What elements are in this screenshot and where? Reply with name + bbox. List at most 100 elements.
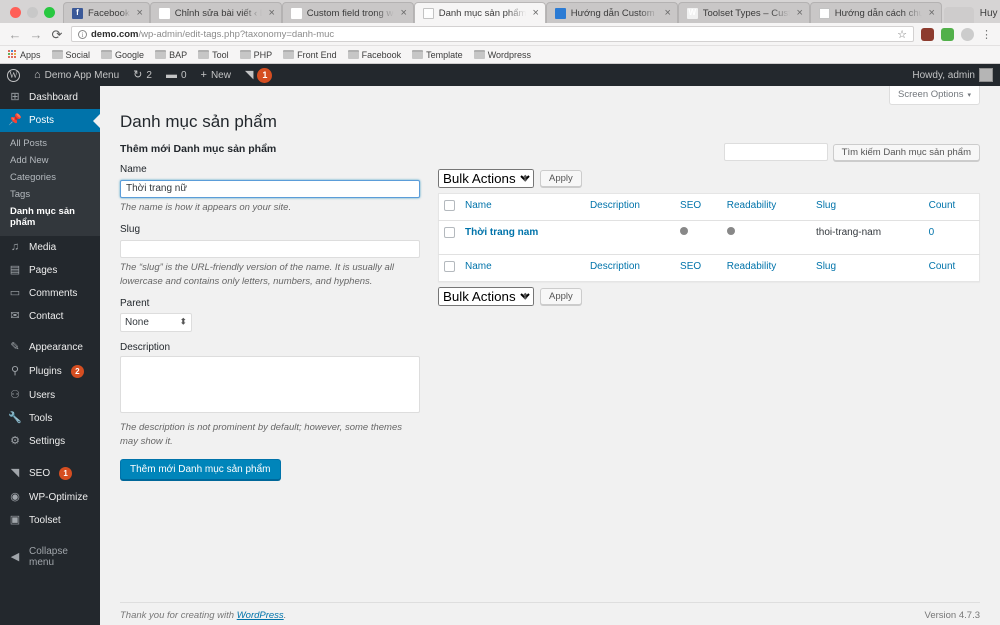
table-row[interactable]: Thời trang nam thoi-trang-nam 0: [439, 221, 980, 255]
bulk-actions-wrapper-bottom[interactable]: Bulk Actions: [438, 287, 534, 307]
browser-tab[interactable]: K Custom field trong wordpress ×: [281, 2, 414, 23]
sidebar-item-dashboard[interactable]: ⊞ Dashboard: [0, 86, 100, 109]
comments-button[interactable]: ▬ 0: [159, 64, 194, 86]
column-header-count-top[interactable]: Count: [923, 193, 980, 222]
maximize-window-button[interactable]: [44, 7, 55, 18]
new-content-button[interactable]: + New: [194, 64, 238, 86]
browser-tab[interactable]: Hướng dẫn Custom Taxonomy ×: [545, 2, 678, 23]
browser-tab[interactable]: W Toolset Types – Custom Post ×: [677, 2, 810, 23]
howdy-account-button[interactable]: Howdy, admin: [905, 64, 1000, 86]
extension-icon-3[interactable]: [961, 27, 974, 41]
bookmark-item[interactable]: Apps: [8, 50, 41, 60]
select-all-checkbox-bottom[interactable]: [444, 261, 455, 273]
sidebar-item-collapse-menu[interactable]: ◀ Collapse menu: [0, 540, 100, 574]
tab-close-icon[interactable]: ×: [135, 7, 145, 19]
column-header-count-bottom[interactable]: Count: [923, 254, 980, 282]
sidebar-subitem-all-posts[interactable]: All Posts: [0, 135, 100, 152]
sidebar-item-media[interactable]: ♫ Media: [0, 236, 100, 259]
search-submit-button[interactable]: Tìm kiếm Danh mục sản phẩm: [832, 143, 980, 161]
extension-icon-2[interactable]: [941, 27, 954, 41]
new-tab-button[interactable]: [943, 7, 974, 23]
bookmark-item[interactable]: Template: [412, 50, 463, 60]
minimize-window-button[interactable]: [27, 7, 38, 18]
sidebar-subitem-tags[interactable]: Tags: [0, 186, 100, 203]
sidebar-item-seo[interactable]: ◥ SEO 1: [0, 461, 100, 486]
bookmark-item[interactable]: Front End: [283, 50, 337, 60]
sidebar-subitem-add-new[interactable]: Add New: [0, 152, 100, 169]
bulk-actions-select-bottom[interactable]: Bulk Actions: [438, 287, 534, 307]
wordpress-link[interactable]: WordPress: [237, 610, 284, 621]
row-select-cell[interactable]: [439, 221, 461, 255]
parent-select-wrapper[interactable]: None: [120, 312, 192, 333]
tab-close-icon[interactable]: ×: [795, 7, 805, 19]
extension-icon-1[interactable]: [921, 27, 934, 41]
bookmark-star-icon[interactable]: ☆: [897, 28, 907, 41]
browser-tab[interactable]: ▤ Hướng dẫn cách chụp màn h ×: [809, 2, 942, 23]
sidebar-subitem-danh-m-c-s-n-ph-m[interactable]: Danh mục sản phẩm: [0, 203, 100, 231]
chrome-menu-icon[interactable]: ⋮: [981, 28, 992, 41]
tab-close-icon[interactable]: ×: [399, 7, 409, 19]
browser-tab[interactable]: f Facebook ×: [63, 2, 150, 23]
bookmark-item[interactable]: BAP: [155, 50, 187, 60]
sidebar-item-plugins[interactable]: ⚲ Plugins 2: [0, 359, 100, 384]
bookmark-item[interactable]: Wordpress: [473, 50, 531, 60]
parent-select[interactable]: None: [120, 313, 192, 333]
bookmark-item[interactable]: Google: [101, 50, 144, 60]
sidebar-item-toolset[interactable]: ▣ Toolset: [0, 509, 100, 532]
slug-input[interactable]: [120, 239, 420, 258]
sidebar-item-comments[interactable]: ▭ Comments: [0, 282, 100, 305]
browser-tab[interactable]: K Chỉnh sửa bài viết ‹ Blog Huy ×: [149, 2, 282, 23]
site-name-button[interactable]: ⌂ Demo App Menu: [27, 64, 126, 86]
sidebar-item-settings[interactable]: ⚙ Settings: [0, 430, 100, 453]
column-header-slug-bottom[interactable]: Slug: [811, 254, 924, 282]
select-all-header-top[interactable]: [438, 193, 460, 222]
select-all-header-bottom[interactable]: [438, 254, 460, 282]
bookmark-item[interactable]: Social: [51, 50, 90, 60]
row-checkbox[interactable]: [444, 227, 455, 239]
bulk-actions-select-top[interactable]: Bulk Actions: [438, 169, 534, 189]
sidebar-item-wp-optimize[interactable]: ◉ WP-Optimize: [0, 486, 100, 509]
sidebar-item-contact[interactable]: ✉ Contact: [0, 305, 100, 328]
tab-close-icon[interactable]: ×: [531, 7, 541, 19]
tab-close-icon[interactable]: ×: [663, 7, 673, 19]
back-button[interactable]: ←: [8, 28, 22, 41]
tab-close-icon[interactable]: ×: [267, 7, 277, 19]
forward-button[interactable]: →: [29, 28, 43, 41]
reload-button[interactable]: ⟳: [50, 28, 64, 41]
close-window-button[interactable]: [10, 7, 21, 18]
name-input[interactable]: [120, 179, 420, 198]
column-header-description-bottom[interactable]: Description: [584, 254, 676, 282]
column-header-name-bottom[interactable]: Name: [460, 254, 585, 282]
submit-add-term-button[interactable]: Thêm mới Danh mục sản phẩm: [120, 458, 281, 480]
admin-bar-account-area[interactable]: Howdy, admin: [905, 64, 1000, 86]
screen-options-button[interactable]: Screen Options ▾: [889, 86, 980, 105]
sidebar-subitem-categories[interactable]: Categories: [0, 169, 100, 186]
window-traffic-lights[interactable]: [6, 7, 63, 23]
sidebar-item-tools[interactable]: 🔧 Tools: [0, 407, 100, 430]
updates-button[interactable]: ↻ 2: [126, 64, 159, 86]
search-input[interactable]: [723, 143, 828, 162]
column-header-description-top[interactable]: Description: [584, 193, 676, 222]
select-all-checkbox-top[interactable]: [444, 200, 455, 212]
bookmark-item[interactable]: PHP: [239, 50, 272, 60]
address-bar[interactable]: i demo.com/wp-admin/edit-tags.php?taxono…: [71, 26, 914, 42]
description-textarea[interactable]: [120, 356, 420, 414]
term-name-link[interactable]: Thời trang nam: [465, 227, 538, 238]
column-header-name-top[interactable]: Name: [460, 193, 585, 222]
column-header-slug-top[interactable]: Slug: [811, 193, 924, 222]
bookmark-item[interactable]: Facebook: [347, 50, 401, 60]
sidebar-item-appearance[interactable]: ✎ Appearance: [0, 336, 100, 359]
tab-close-icon[interactable]: ×: [927, 7, 937, 19]
sidebar-item-users[interactable]: ⚇ Users: [0, 384, 100, 407]
sidebar-item-pages[interactable]: ▤ Pages: [0, 259, 100, 282]
bulk-actions-wrapper-top[interactable]: Bulk Actions: [438, 169, 534, 189]
wp-logo-button[interactable]: W: [0, 64, 27, 86]
browser-tab-active[interactable]: ▤ Danh mục sản phẩm ‹ Demo ×: [413, 2, 546, 23]
bookmark-item[interactable]: Tool: [198, 50, 229, 60]
site-info-icon[interactable]: i: [78, 29, 87, 39]
apply-button-bottom[interactable]: Apply: [540, 288, 582, 306]
sidebar-item-posts[interactable]: 📌 Posts: [0, 109, 100, 132]
term-count-link[interactable]: 0: [929, 227, 935, 238]
chrome-profile-name[interactable]: Huy: [974, 8, 1000, 23]
apply-button-top[interactable]: Apply: [540, 170, 582, 188]
